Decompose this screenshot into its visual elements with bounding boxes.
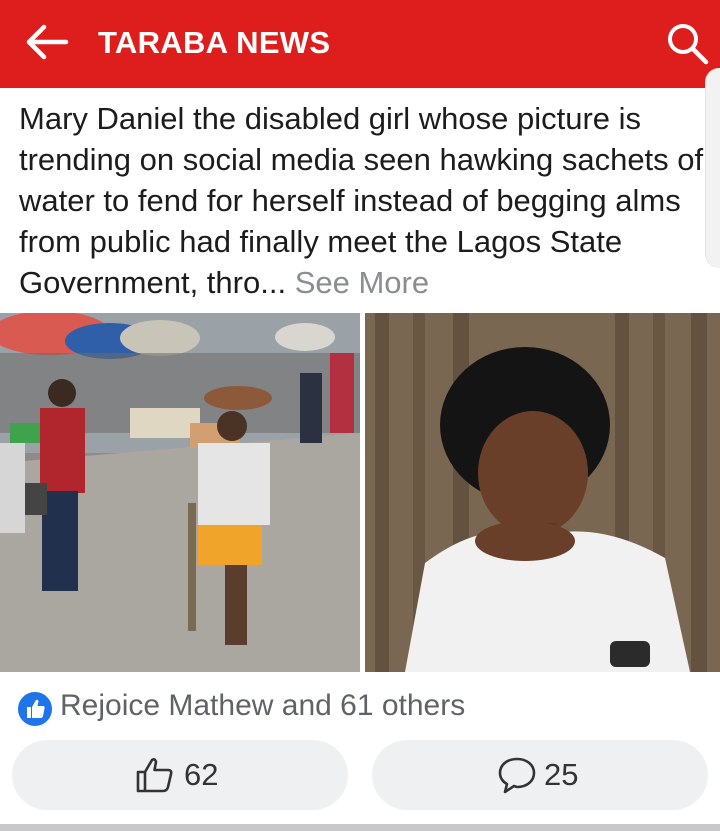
like-count: 62 xyxy=(184,757,219,792)
portrait-photo[interactable] xyxy=(365,313,720,672)
post-text: Mary Daniel the disabled girl whose pict… xyxy=(19,98,709,303)
street-market-photo[interactable] xyxy=(0,313,360,672)
back-button[interactable] xyxy=(24,22,70,62)
thumbs-up-icon xyxy=(136,758,173,793)
top-bar: TARABA NEWS xyxy=(0,0,720,88)
comment-icon xyxy=(498,757,536,794)
comment-count: 25 xyxy=(544,757,579,792)
search-button[interactable] xyxy=(664,20,710,66)
see-more-link[interactable]: See More xyxy=(295,265,429,300)
divider xyxy=(0,824,720,831)
like-button[interactable]: 62 xyxy=(12,740,348,810)
comment-button[interactable]: 25 xyxy=(372,740,708,810)
search-icon xyxy=(668,24,709,65)
page-title: TARABA NEWS xyxy=(98,25,331,60)
arrow-left-icon xyxy=(26,24,69,60)
reactions-text: Rejoice Mathew and 61 others xyxy=(60,689,466,722)
thumbs-up-badge-icon xyxy=(16,690,54,728)
